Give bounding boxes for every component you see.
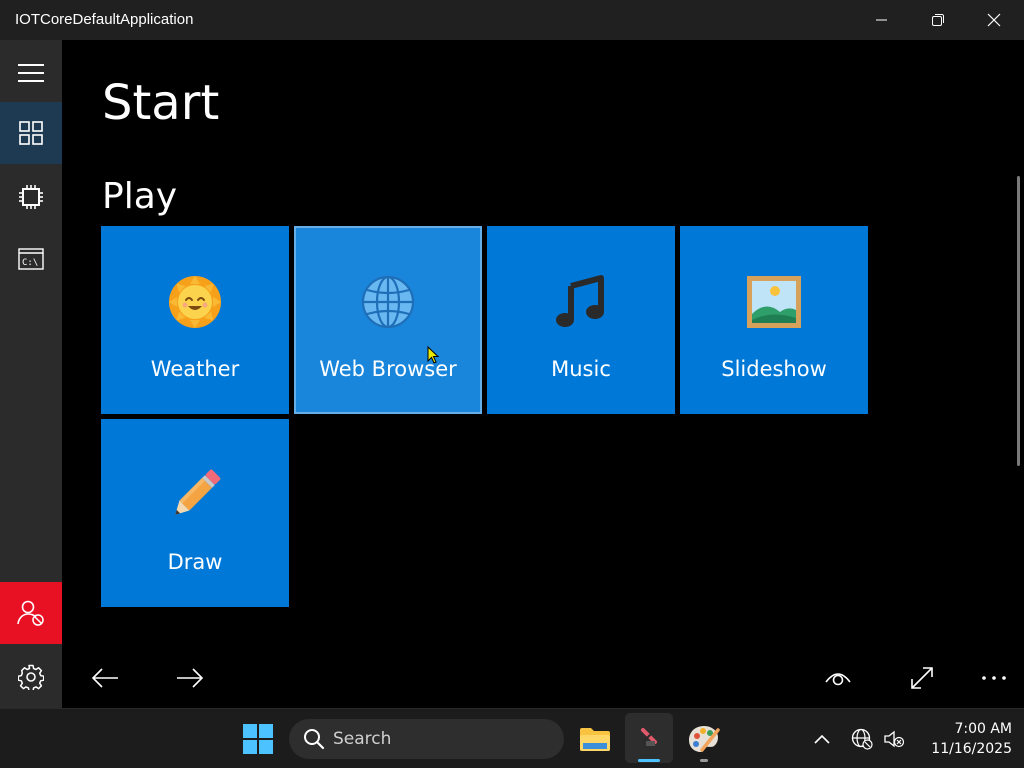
taskbar: Search 7:00 AM 11/16/2025 — [0, 708, 1024, 768]
speaker-muted-icon — [884, 730, 905, 748]
taskbar-file-explorer[interactable] — [575, 719, 615, 759]
section-title: Play — [102, 176, 178, 217]
taskbar-clock[interactable]: 7:00 AM 11/16/2025 — [912, 719, 1012, 759]
fullscreen-button[interactable] — [900, 656, 944, 700]
sidebar-item-command-line[interactable]: C:\ — [0, 228, 62, 290]
globe-network-icon — [851, 728, 873, 750]
view-button[interactable] — [816, 656, 860, 700]
minimize-icon — [876, 19, 887, 21]
search-placeholder: Search — [333, 729, 392, 749]
clock-time: 7:00 AM — [954, 721, 1012, 737]
tile-music[interactable]: Music — [487, 226, 675, 414]
taskbar-paint-app[interactable] — [684, 719, 724, 759]
hamburger-menu-icon — [18, 64, 44, 82]
window-title: IOTCoreDefaultApplication — [15, 11, 194, 28]
tile-draw[interactable]: Draw — [101, 419, 289, 607]
search-icon — [304, 729, 325, 750]
running-app-indicator — [700, 759, 708, 762]
sun-with-face-icon — [167, 274, 223, 330]
tile-slideshow[interactable]: Slideshow — [680, 226, 868, 414]
tile-label: Web Browser — [319, 357, 457, 381]
command-prompt-icon: C:\ — [18, 248, 44, 270]
sidebar-item-device[interactable] — [0, 166, 62, 228]
arrow-left-icon — [91, 668, 118, 688]
back-button[interactable] — [83, 656, 127, 700]
eye-icon — [825, 673, 851, 686]
user-blocked-icon — [17, 600, 44, 626]
tile-label: Music — [551, 357, 611, 381]
tile-label: Draw — [167, 550, 223, 574]
expand-icon — [911, 667, 933, 689]
app-icon — [641, 728, 657, 746]
restore-icon — [932, 14, 944, 26]
sidebar-item-settings[interactable] — [0, 646, 62, 708]
network-status-button[interactable] — [848, 725, 876, 753]
globe-icon — [360, 274, 416, 330]
mouse-cursor-icon — [427, 346, 440, 364]
tile-web-browser[interactable]: Web Browser — [294, 226, 482, 414]
gear-icon — [18, 664, 44, 690]
more-options-button[interactable] — [972, 656, 1016, 700]
chip-icon — [19, 185, 43, 209]
active-app-indicator — [638, 759, 660, 762]
music-note-icon — [553, 274, 609, 330]
show-hidden-icons-button[interactable] — [808, 725, 836, 753]
tile-label: Slideshow — [721, 357, 827, 381]
palette-icon — [689, 726, 720, 752]
windows-logo-icon — [243, 724, 273, 754]
clock-date: 11/16/2025 — [931, 741, 1012, 757]
forward-button[interactable] — [168, 656, 212, 700]
tile-weather[interactable]: Weather — [101, 226, 289, 414]
taskbar-search[interactable]: Search — [289, 719, 564, 759]
more-icon — [982, 676, 1006, 680]
arrow-right-icon — [177, 668, 204, 688]
start-button[interactable] — [238, 719, 278, 759]
restore-button[interactable] — [910, 0, 966, 40]
navigation-sidebar: C:\ — [0, 40, 62, 708]
chevron-up-icon — [814, 734, 830, 744]
page-title: Start — [102, 75, 220, 131]
folder-icon — [580, 728, 610, 751]
framed-picture-icon — [746, 274, 802, 330]
hamburger-menu-button[interactable] — [0, 42, 62, 104]
tiles-grid-icon — [19, 121, 43, 145]
tile-label: Weather — [150, 357, 240, 381]
vertical-scrollbar[interactable] — [1017, 176, 1020, 466]
main-content: Start Play Weather Web Browser Music Sli… — [62, 40, 1024, 708]
title-bar: IOTCoreDefaultApplication — [0, 0, 1024, 40]
sidebar-item-start[interactable] — [0, 102, 62, 164]
taskbar-iot-app[interactable] — [625, 713, 673, 763]
close-icon — [987, 13, 1001, 27]
volume-button[interactable] — [880, 725, 908, 753]
sidebar-item-user[interactable] — [0, 582, 62, 644]
pencil-icon — [167, 467, 223, 523]
command-prompt-text: C:\ — [22, 258, 38, 268]
close-button[interactable] — [966, 0, 1022, 40]
minimize-button[interactable] — [854, 0, 910, 40]
